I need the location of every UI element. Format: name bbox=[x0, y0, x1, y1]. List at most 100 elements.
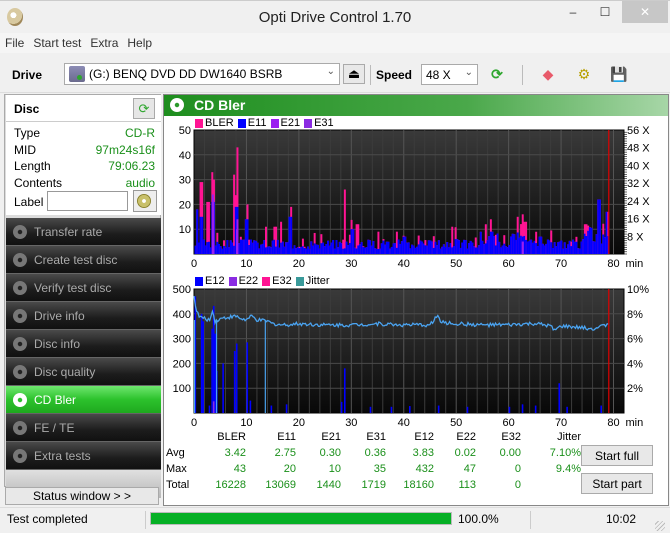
elapsed-time: 10:02 bbox=[606, 512, 637, 526]
eject-button[interactable]: ⏏ bbox=[343, 64, 365, 84]
y2-tick-label: 32 X bbox=[627, 178, 650, 190]
disc-label-button[interactable] bbox=[133, 190, 157, 212]
resize-grip[interactable] bbox=[655, 521, 665, 531]
bar-e12 bbox=[270, 405, 273, 413]
refresh-icon[interactable]: ⟳ bbox=[486, 63, 508, 85]
bar-e12 bbox=[369, 406, 372, 413]
nav-item-cd-bler[interactable]: CD Bler bbox=[6, 386, 161, 414]
bar-e11 bbox=[290, 216, 293, 254]
drive-select[interactable]: (G:) BENQ DVD DD DW1640 BSRB ⌄ bbox=[64, 63, 340, 85]
nav-item-create-test-disc[interactable]: Create test disc bbox=[6, 246, 161, 274]
x-tick-label: 60 bbox=[503, 417, 515, 429]
x-tick-label: 70 bbox=[555, 258, 567, 270]
y-tick-label: 30 bbox=[179, 175, 191, 187]
disc-icon bbox=[13, 421, 27, 435]
main-title: CD Bler bbox=[194, 97, 246, 113]
nav-label: Disc quality bbox=[34, 365, 96, 379]
settings-icon[interactable]: ⚙ bbox=[573, 63, 595, 85]
disc-mid-label: MID bbox=[14, 142, 36, 157]
stats-max-bler: 43 bbox=[233, 463, 246, 475]
menu-help[interactable]: Help bbox=[122, 33, 156, 50]
y2-tick-label: 4% bbox=[627, 358, 643, 370]
bar-e12 bbox=[508, 406, 511, 413]
close-button[interactable]: ✕ bbox=[622, 1, 668, 23]
x-axis-label: min bbox=[626, 258, 644, 270]
nav-item-fe-te[interactable]: FE / TE bbox=[6, 414, 161, 442]
bar-e21-e31 bbox=[211, 194, 214, 254]
menu-extra[interactable]: Extra bbox=[85, 33, 122, 50]
x-tick-label: 20 bbox=[293, 417, 305, 429]
stats-max-e32: 0 bbox=[514, 463, 521, 475]
menu-start-test[interactable]: Start test bbox=[28, 33, 85, 50]
stats-total-e12: 18160 bbox=[403, 479, 434, 491]
bar-e12 bbox=[566, 406, 568, 413]
x-axis-label: min bbox=[626, 417, 644, 429]
y2-tick-label: 16 X bbox=[627, 214, 650, 226]
disc-mid-value: 97m24s16f bbox=[95, 142, 155, 157]
stats-header-e21: E21 bbox=[321, 431, 341, 443]
status-window-button[interactable]: Status window > > bbox=[5, 487, 159, 505]
save-icon[interactable]: 💾 bbox=[608, 63, 630, 85]
x-tick-label: 50 bbox=[450, 417, 462, 429]
disc-length-value: 79:06.23 bbox=[108, 159, 155, 173]
x-tick-label: 80 bbox=[607, 258, 619, 270]
progress-text: 100.0% bbox=[458, 512, 499, 526]
nav-label: Disc info bbox=[34, 337, 81, 351]
disc-length-label: Length bbox=[14, 159, 51, 173]
disc-type-row: Type CD-R bbox=[6, 126, 161, 143]
disc-contents-label: Contents bbox=[14, 175, 63, 190]
stats-header-e12: E12 bbox=[414, 431, 434, 443]
y-tick-label: 10 bbox=[179, 224, 191, 236]
y-tick-label: 400 bbox=[173, 309, 191, 321]
disc-refresh-button[interactable]: ⟳ bbox=[133, 98, 155, 119]
disc-icon bbox=[13, 253, 27, 267]
nav-item-transfer-rate[interactable]: Transfer rate bbox=[6, 218, 161, 246]
nav-item-drive-info[interactable]: Drive info bbox=[6, 302, 161, 330]
menu-bar: File Start test Extra Help bbox=[0, 33, 670, 53]
nav-label: Extra tests bbox=[34, 449, 91, 463]
bar-e12 bbox=[534, 405, 537, 413]
bar-e21-e31 bbox=[521, 241, 524, 254]
stats-total-bler: 16228 bbox=[215, 479, 246, 491]
disc-mid-row: MID 97m24s16f bbox=[6, 143, 161, 160]
nav-item-disc-info[interactable]: Disc info bbox=[6, 330, 161, 358]
erase-icon[interactable]: ◆ bbox=[537, 63, 559, 85]
start-full-button[interactable]: Start full bbox=[581, 445, 653, 466]
bar-e12 bbox=[222, 363, 224, 413]
bar-e12 bbox=[558, 383, 561, 413]
main-header: CD Bler bbox=[164, 95, 668, 116]
maximize-button[interactable]: ☐ bbox=[590, 1, 620, 23]
bar-e12 bbox=[235, 343, 238, 413]
disc-label-input[interactable] bbox=[47, 191, 128, 211]
stats-avg-jitter: 7.10% bbox=[549, 447, 581, 459]
bar-e12 bbox=[466, 406, 469, 413]
x-tick-label: 80 bbox=[607, 417, 619, 429]
left-panel: Disc ⟳ Type CD-R MID 97m24s16f Length 79:06… bbox=[4, 94, 161, 498]
stats-avg-e22: 0.02 bbox=[454, 447, 476, 459]
bar-e12 bbox=[437, 405, 440, 413]
progress-bar bbox=[150, 512, 452, 525]
y-tick-label: 100 bbox=[173, 383, 191, 395]
stats-avg-e21: 0.30 bbox=[319, 447, 341, 459]
toolbar-divider bbox=[522, 65, 523, 85]
speed-value: 48 X bbox=[426, 68, 451, 82]
stats-total-e11: 13069 bbox=[265, 479, 296, 491]
y2-tick-label: 2% bbox=[627, 383, 643, 395]
stats-header-jitter: Jitter bbox=[557, 431, 581, 443]
disc-label-label: Label bbox=[14, 195, 44, 209]
bar-e12 bbox=[409, 406, 411, 413]
minimize-button[interactable]: – bbox=[558, 1, 588, 23]
menu-file[interactable]: File bbox=[0, 33, 28, 50]
nav-item-verify-test-disc[interactable]: Verify test disc bbox=[6, 274, 161, 302]
chevron-down-icon: ⌄ bbox=[464, 67, 473, 78]
disc-title: Disc bbox=[14, 102, 40, 116]
y-tick-label: 20 bbox=[179, 199, 191, 211]
nav-item-extra-tests[interactable]: Extra tests bbox=[6, 442, 161, 470]
stats-row-label-avg: Avg bbox=[166, 447, 185, 459]
y2-tick-label: 48 X bbox=[627, 143, 650, 155]
speed-select[interactable]: 48 X ⌄ bbox=[421, 64, 478, 85]
start-part-button[interactable]: Start part bbox=[581, 473, 653, 494]
disc-icon bbox=[13, 309, 27, 323]
nav-item-disc-quality[interactable]: Disc quality bbox=[6, 358, 161, 386]
stats-max-jitter: 9.4% bbox=[555, 463, 581, 475]
